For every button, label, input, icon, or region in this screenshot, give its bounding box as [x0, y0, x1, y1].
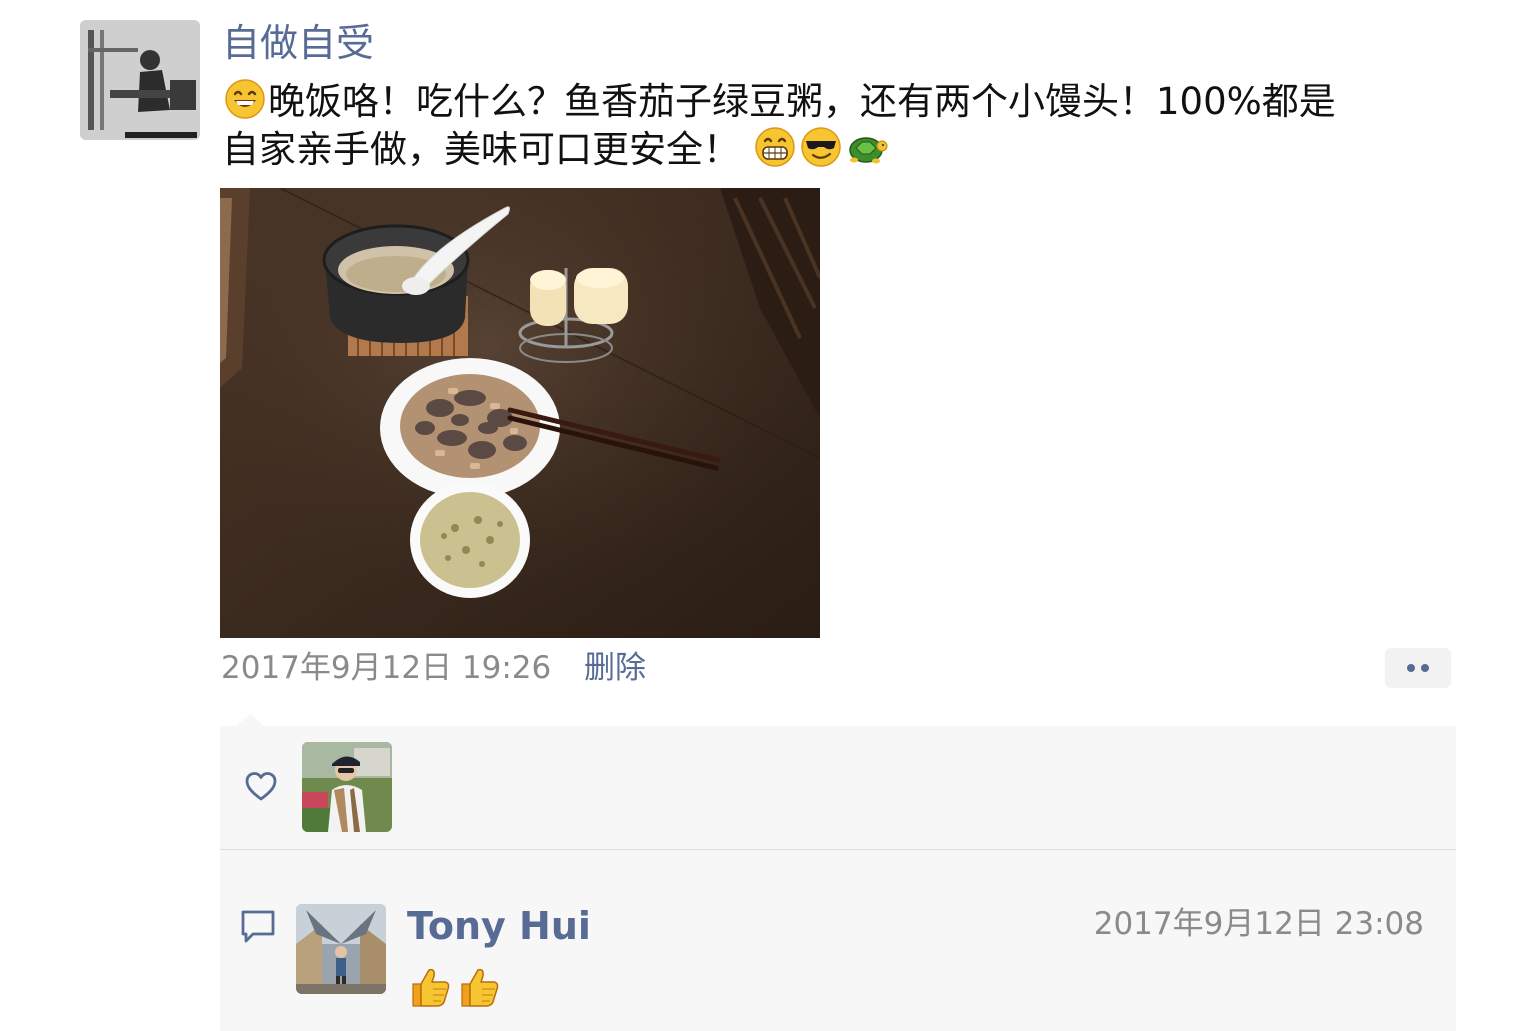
thumbs-up-emoji-icon: [456, 964, 502, 1010]
more-dots-icon-dot: [1421, 664, 1429, 672]
author-name[interactable]: 自做自受: [222, 18, 374, 68]
more-options-button[interactable]: [1385, 648, 1451, 688]
post-text: 晚饭咯！吃什么？鱼香茄子绿豆粥，还有两个小馒头！100%都是 自家亲手做，美味可…: [222, 78, 1462, 174]
commenter-avatar[interactable]: [296, 904, 386, 994]
post-text-line2: 自家亲手做，美味可口更安全！: [222, 128, 740, 171]
more-dots-icon: [1407, 664, 1415, 672]
grin-emoji-icon: [754, 126, 796, 168]
comment-timestamp: 2017年9月12日 23:08: [1093, 906, 1424, 942]
commenter-name[interactable]: Tony Hui: [407, 902, 591, 950]
comment-row[interactable]: Tony Hui 2017年9月12日 23:08: [220, 850, 1456, 1031]
comment-icon: [238, 906, 278, 946]
comment-body: [407, 964, 505, 1016]
cool-emoji-icon: [800, 126, 842, 168]
smile-emoji-icon: [224, 78, 266, 120]
delete-button[interactable]: 删除: [584, 646, 646, 690]
author-avatar[interactable]: [80, 20, 200, 140]
turtle-emoji-icon: [846, 126, 888, 168]
heart-icon: [244, 770, 278, 804]
post-photo[interactable]: [220, 188, 820, 638]
interaction-panel: Tony Hui 2017年9月12日 23:08: [220, 726, 1456, 1031]
thumbs-up-emoji-icon: [407, 964, 453, 1010]
liker-avatar[interactable]: [302, 742, 392, 832]
panel-pointer: [236, 714, 264, 726]
likes-row: [220, 726, 1456, 849]
post-timestamp: 2017年9月12日 19:26: [221, 650, 552, 686]
post-text-line1: 晚饭咯！吃什么？鱼香茄子绿豆粥，还有两个小馒头！100%都是: [268, 80, 1336, 123]
